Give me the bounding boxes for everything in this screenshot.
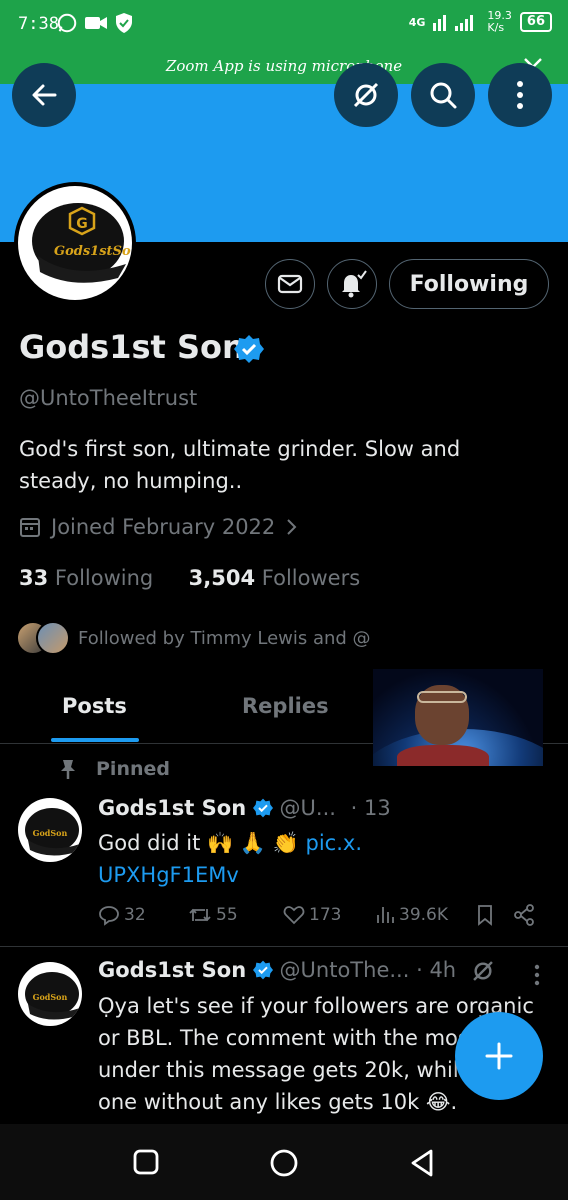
signal-icon bbox=[433, 15, 474, 31]
profile-avatar[interactable]: G Gods1stSon bbox=[14, 182, 136, 304]
cap-avatar-image: GodSon bbox=[25, 972, 80, 1020]
tweet-header: Gods1st Son @U... · 13 bbox=[98, 796, 391, 820]
back-nav-icon[interactable] bbox=[408, 1148, 436, 1178]
tweet-time: · 4h bbox=[416, 958, 457, 982]
network-type: 4G bbox=[408, 15, 426, 29]
tweet-time: · 13 bbox=[350, 796, 391, 820]
calendar-icon bbox=[20, 518, 40, 537]
tweet-actions: 32 55 173 39.6K bbox=[98, 904, 548, 926]
search-icon bbox=[430, 82, 457, 109]
profile-display-name: Gods1st Son bbox=[19, 328, 245, 366]
message-button[interactable] bbox=[265, 259, 315, 309]
chevron-right-icon bbox=[287, 519, 297, 535]
like-button[interactable]: 173 bbox=[283, 905, 375, 925]
tweet-author-name[interactable]: Gods1st Son bbox=[98, 796, 246, 820]
tweet-author-handle[interactable]: @UntoThe... bbox=[280, 958, 410, 982]
cap-avatar-image: G bbox=[32, 203, 126, 283]
glasses bbox=[417, 691, 467, 703]
compose-plus-icon bbox=[485, 1042, 513, 1070]
svg-text:G: G bbox=[76, 216, 88, 232]
shield-check-icon bbox=[116, 13, 132, 33]
tab-posts[interactable]: Posts bbox=[62, 694, 127, 718]
pin-icon bbox=[61, 760, 75, 779]
followed-by[interactable]: Followed by Timmy Lewis and @ bbox=[16, 621, 376, 655]
tweet-link[interactable]: UPXHgF1EMv bbox=[98, 863, 239, 887]
grok-icon[interactable] bbox=[470, 958, 496, 984]
reply-count: 32 bbox=[124, 905, 146, 925]
profile-handle: @UntoTheeItrust bbox=[19, 386, 198, 410]
profile-bio: God's first son, ultimate grinder. Slow … bbox=[19, 437, 461, 493]
view-count: 39.6K bbox=[399, 905, 448, 925]
video-camera-icon bbox=[85, 17, 107, 29]
more-vertical-icon[interactable] bbox=[533, 964, 541, 986]
like-count: 173 bbox=[309, 905, 342, 925]
active-tab-indicator bbox=[51, 738, 139, 742]
status-time: 7:38 bbox=[18, 14, 59, 34]
bookmark-icon[interactable] bbox=[475, 904, 495, 926]
tweet-header: Gods1st Son @UntoThe... · 4h bbox=[98, 958, 456, 982]
avatar bbox=[36, 621, 70, 655]
tweet-avatar[interactable]: GodSon bbox=[18, 962, 82, 1026]
pinned-text: Pinned bbox=[96, 758, 170, 780]
tweet-author-name[interactable]: Gods1st Son bbox=[98, 958, 246, 982]
followers-label: Followers bbox=[261, 566, 361, 590]
back-button[interactable] bbox=[12, 63, 76, 127]
following-label: Following bbox=[54, 566, 154, 590]
reply-button[interactable]: 32 bbox=[98, 904, 188, 926]
whatsapp-icon bbox=[57, 13, 77, 33]
cap-avatar-image: GodSon bbox=[25, 808, 80, 856]
grok-button[interactable] bbox=[334, 63, 398, 127]
joined-date[interactable]: Joined February 2022 bbox=[19, 515, 299, 539]
retweet-icon bbox=[189, 908, 211, 922]
tweet-avatar[interactable]: GodSon bbox=[18, 798, 82, 862]
notifications-button[interactable] bbox=[327, 259, 377, 309]
more-button[interactable] bbox=[488, 63, 552, 127]
tweet-text: God did it 🙌 🙏 👏 bbox=[98, 831, 306, 855]
back-arrow-icon bbox=[32, 84, 57, 106]
like-icon bbox=[283, 906, 305, 925]
follow-counts: 33 Following 3,504 Followers bbox=[19, 566, 360, 590]
followed-by-text: Followed by Timmy Lewis and @ bbox=[78, 627, 371, 649]
battery-level: 66 bbox=[519, 12, 552, 32]
more-vertical-icon bbox=[517, 81, 523, 109]
joined-text: Joined February 2022 bbox=[51, 515, 276, 539]
zoom-mic-banner[interactable]: Zoom App is using microphone bbox=[0, 50, 568, 84]
bell-check-icon bbox=[342, 270, 367, 298]
person-shoulders bbox=[397, 745, 489, 766]
compose-button[interactable] bbox=[455, 1012, 543, 1100]
following-button[interactable]: Following bbox=[389, 259, 549, 309]
zoom-video-overlay[interactable] bbox=[373, 669, 543, 766]
system-nav-bar bbox=[0, 1124, 568, 1200]
avatar-cap-text: Gods1stSon bbox=[54, 244, 132, 259]
tweet-body[interactable]: God did it 🙌 🙏 👏 pic.x. UPXHgF1EMv bbox=[98, 827, 378, 891]
reply-icon bbox=[99, 906, 119, 926]
zoom-banner-text: Zoom App is using microphone bbox=[165, 57, 403, 75]
pinned-label: Pinned bbox=[58, 758, 170, 780]
verified-badge-icon bbox=[252, 960, 273, 980]
svg-text:GodSon: GodSon bbox=[33, 992, 68, 1002]
followers-count-link[interactable]: 3,504 Followers bbox=[189, 566, 361, 590]
home-icon[interactable] bbox=[269, 1148, 299, 1178]
mail-icon bbox=[277, 274, 303, 294]
tweet-author-handle[interactable]: @U... bbox=[280, 796, 336, 820]
grok-icon bbox=[353, 82, 379, 108]
status-bar: 7:38 4G 19.3 K/s 66 bbox=[0, 0, 568, 50]
divider bbox=[0, 946, 568, 947]
following-count: 33 bbox=[19, 566, 49, 590]
svg-text:GodSon: GodSon bbox=[33, 828, 68, 838]
net-speed-unit: K/s bbox=[487, 21, 505, 34]
views-button[interactable]: 39.6K bbox=[375, 905, 475, 925]
retweet-count: 55 bbox=[216, 905, 238, 925]
verified-badge-icon bbox=[234, 335, 264, 363]
search-button[interactable] bbox=[411, 63, 475, 127]
verified-badge-icon bbox=[252, 798, 273, 818]
recents-icon[interactable] bbox=[132, 1148, 160, 1176]
share-icon[interactable] bbox=[513, 904, 535, 926]
retweet-button[interactable]: 55 bbox=[188, 905, 283, 925]
tweet-link[interactable]: pic.x. bbox=[306, 831, 363, 855]
tab-replies[interactable]: Replies bbox=[242, 694, 329, 718]
views-icon bbox=[377, 907, 394, 923]
followers-count: 3,504 bbox=[188, 566, 256, 590]
following-count-link[interactable]: 33 Following bbox=[19, 566, 153, 590]
